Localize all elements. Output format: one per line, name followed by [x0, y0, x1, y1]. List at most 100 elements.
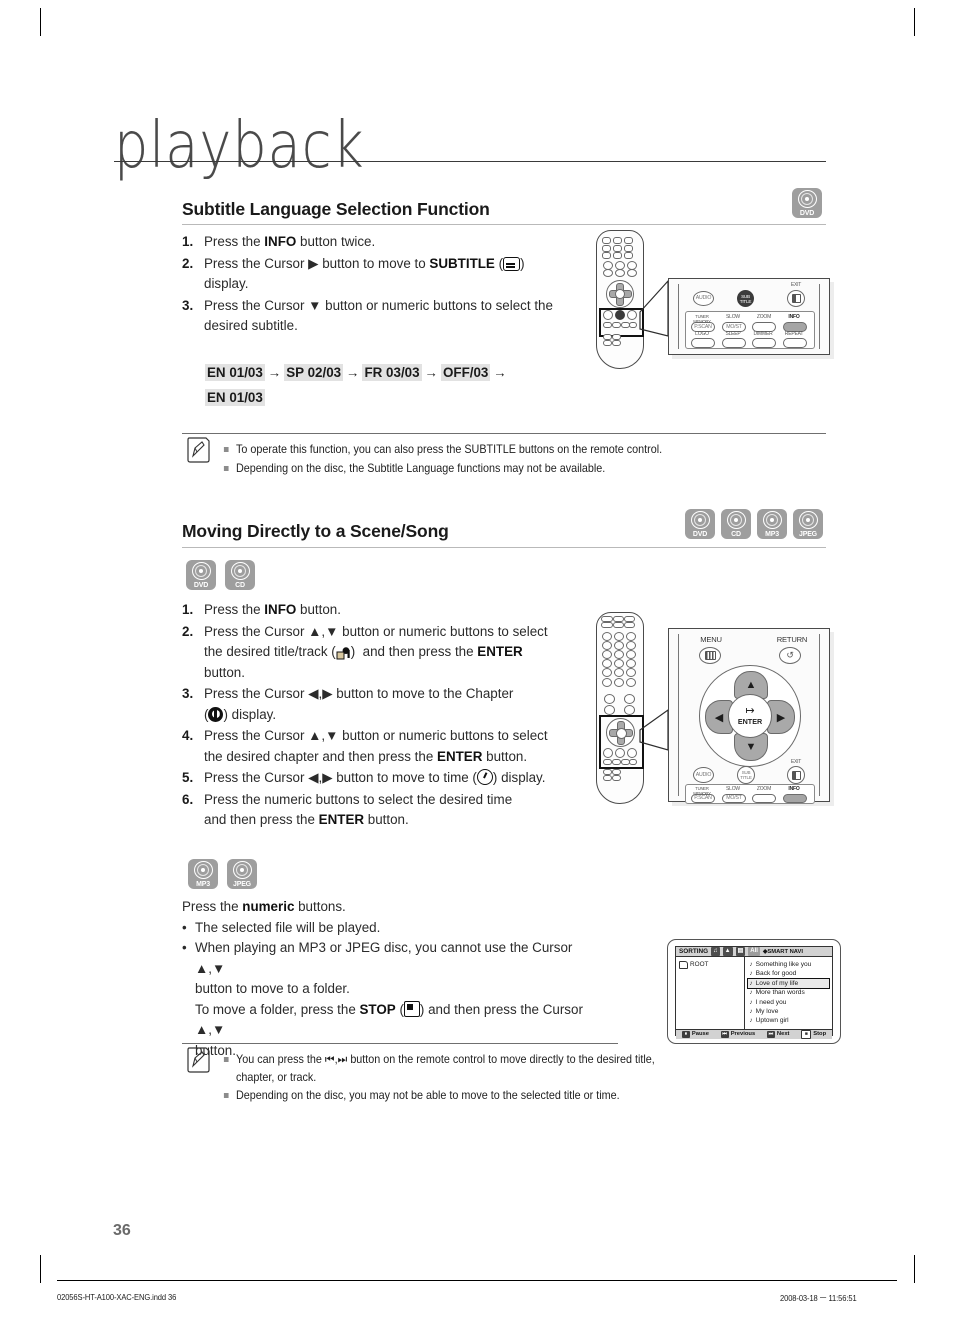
flow-arrow: →: [267, 365, 282, 380]
remote-callout-subtitle: EXIT AUDIO SUBTITLE TUNERMEMORY SLOW ZOO…: [668, 278, 830, 355]
button-caption-dimmer: DIMMER: [753, 331, 773, 337]
osd-pause-control[interactable]: ⏸ Pause: [681, 1030, 709, 1038]
badge-label: JPEG: [233, 881, 251, 888]
step-item: 2. Press the Cursor ▲,▼ button or numeri…: [182, 622, 577, 684]
note-item: Depending on the disc, the Subtitle Lang…: [223, 460, 813, 478]
exit-icon: [791, 294, 801, 303]
footer-divider: [57, 1280, 897, 1281]
badge-mp3: MP3: [188, 859, 218, 889]
section-divider: [182, 547, 826, 548]
mp3-jpeg-instructions: Press the numeric buttons. • The selecte…: [182, 897, 602, 1061]
button-caption-zoom: ZOOM: [756, 786, 772, 792]
music-note-icon: ♪: [749, 1007, 753, 1015]
remote-button-audio: AUDIO: [693, 767, 714, 783]
remote-button-pscan: P.SCAN: [691, 794, 715, 803]
osd-song-item[interactable]: ♪ Something like you: [748, 960, 829, 969]
osd-song-title: I need you: [755, 998, 787, 1006]
button-caption-logo: LOGO: [695, 331, 709, 337]
step-number: 3.: [182, 686, 194, 701]
osd-stop-label: Stop: [813, 1031, 827, 1038]
osd-next-label: Next: [776, 1031, 790, 1038]
badge-label: DVD: [692, 531, 708, 538]
osd-song-title: Something like you: [755, 961, 812, 968]
osd-song-item[interactable]: ♪ Uptown girl: [748, 1016, 829, 1025]
enter-label: ENTER: [737, 717, 763, 726]
button-caption-sleep: SLEEP: [725, 331, 741, 337]
chapter-title: playback: [114, 108, 365, 183]
button-caption-slow: SLOW: [726, 314, 740, 320]
disc-icon: [193, 861, 213, 879]
step-item: 5. Press the Cursor ◀,▶ button to move t…: [182, 768, 577, 789]
music-note-icon: ♪: [749, 989, 753, 997]
music-note-icon: ♪: [749, 961, 753, 968]
step-item: 3. Press the Cursor ▼ button or numeric …: [182, 296, 577, 337]
badge-mp3: MP3: [757, 509, 787, 539]
exit-icon: [791, 770, 801, 780]
badge-jpeg: JPEG: [793, 509, 823, 539]
footer-timestamp: 2008-03-18 ㅡ 11:56:51: [780, 1293, 857, 1303]
section-heading-scene-song: Moving Directly to a Scene/Song: [182, 521, 449, 541]
osd-song-item[interactable]: ♪ My love: [748, 1007, 829, 1016]
media-badges-mp3-jpeg: MP3 JPEG: [188, 859, 263, 889]
osd-transport-bar: ⏸ Pause ⏮ Previous ⏭ Next ■ Stop: [676, 1028, 832, 1039]
badge-cd: CD: [225, 560, 255, 590]
stop-icon: [403, 1000, 420, 1017]
osd-song-item[interactable]: ♪ Back for good: [748, 969, 829, 978]
step-text: Press the Cursor ▶ button to move to SUB…: [204, 255, 525, 292]
stop-icon: ■: [801, 1029, 812, 1039]
music-note-icon: ♪: [749, 979, 753, 987]
dpad-right-arrow: ▶: [776, 711, 786, 724]
button-caption-info: INFO: [788, 314, 800, 320]
step-item: 1. Press the INFO button twice.: [182, 232, 577, 253]
chapter-icon: [208, 706, 224, 722]
step-item: 3. Press the Cursor ◀,▶ button to move t…: [182, 684, 577, 725]
media-badges-section2: DVD CD MP3 JPEG: [685, 509, 829, 539]
badge-label: DVD: [799, 210, 815, 217]
badge-dvd: DVD: [685, 509, 715, 539]
note-list: To operate this function, you can also p…: [223, 441, 813, 478]
step-number: 4.: [182, 728, 194, 743]
remote-button-grid: TUNERMEMORY SLOW ZOOM INFO P.SCAN MO/ST: [685, 784, 815, 804]
badge-dvd: DVD: [186, 560, 216, 590]
osd-screen-smart-navi: SORTING ♫ ▲ ▤ All ◆SMART NAVI ROOT ♪ Som…: [667, 939, 841, 1044]
osd-song-item-selected[interactable]: ♪ Love of my life: [747, 977, 830, 990]
remote-button-repeat: [783, 338, 807, 348]
music-note-icon: ♪: [749, 998, 753, 1006]
remote-button-subtitle: SUB TITLE: [737, 766, 755, 784]
footer-filename: 02056S-HT-A100-XAC-ENG.indd 36: [57, 1292, 177, 1302]
media-badges-dvd-cd: DVD CD: [186, 560, 261, 590]
flow-item: EN 01/03: [205, 364, 265, 381]
osd-pause-label: Pause: [691, 1031, 709, 1038]
osd-previous-control[interactable]: ⏮ Previous: [720, 1030, 756, 1038]
osd-next-control[interactable]: ⏭ Next: [766, 1030, 790, 1038]
remote-button-return: ↺: [779, 647, 801, 664]
remote-figure-navigation: MENU RETURN ↺ ▲ ▼ ◀ ▶ ↦ ENTER EXIT AUDIO…: [588, 610, 838, 810]
osd-stop-control[interactable]: ■ Stop: [801, 1029, 827, 1039]
remote-button-info: [783, 794, 807, 803]
osd-song-item[interactable]: ♪ I need you: [748, 998, 829, 1007]
chapter-divider: [114, 161, 826, 162]
osd-song-item[interactable]: ♪ More than words: [748, 988, 829, 997]
step-number: 1.: [182, 602, 194, 617]
flow-item: EN 01/03: [205, 389, 265, 406]
remote-dpad-large: ▲ ▼ ◀ ▶ ↦ ENTER: [699, 665, 801, 767]
crop-mark: [914, 1255, 915, 1283]
crop-mark: [40, 1255, 41, 1283]
osd-previous-label: Previous: [730, 1031, 756, 1038]
badge-label: CD: [235, 582, 245, 589]
remote-button-logo: [691, 338, 715, 348]
step-number: 3.: [182, 297, 194, 313]
steps-scene-song: 1. Press the INFO button. 2. Press the C…: [182, 600, 577, 832]
step-number: 6.: [182, 791, 194, 807]
badge-label: MP3: [196, 881, 210, 888]
osd-song-title: Uptown girl: [755, 1017, 789, 1025]
osd-song-title: Back for good: [755, 970, 797, 978]
osd-chip-artist-icon: ▲: [722, 947, 733, 956]
next-icon: ⏭: [766, 1030, 775, 1038]
osd-smart-navi-text: SMART NAVI: [767, 948, 804, 955]
button-caption-slow: SLOW: [726, 786, 740, 792]
disc-icon: [191, 562, 211, 580]
disc-icon: [797, 190, 817, 208]
media-badges-section1: DVD: [792, 188, 828, 218]
note-pencil-icon: [187, 437, 210, 463]
